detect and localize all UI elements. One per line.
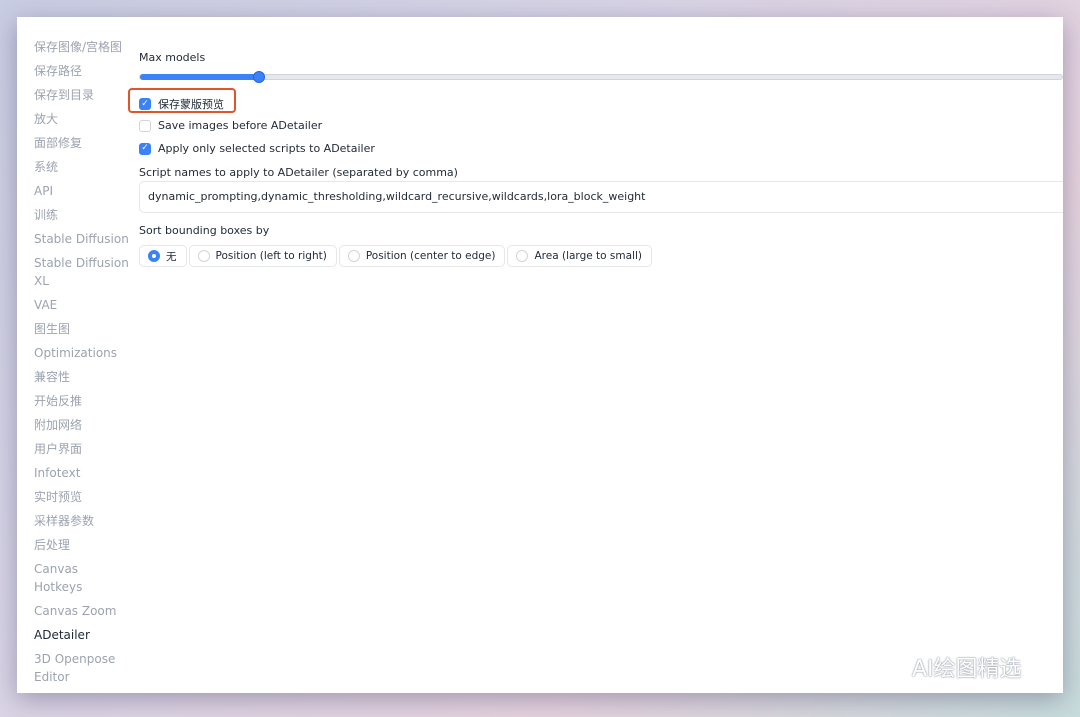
sort-bounding-boxes-radio-group: 无 Position (left to right) Position (cen… bbox=[139, 245, 652, 267]
sidebar-item-save-paths[interactable]: 保存路径 bbox=[17, 62, 129, 80]
max-models-slider[interactable] bbox=[139, 71, 1063, 83]
settings-window: 保存图像/宫格图 保存路径 保存到目录 放大 面部修复 系统 API 训练 St… bbox=[17, 17, 1063, 693]
sidebar-item-user-interface[interactable]: 用户界面 bbox=[17, 440, 129, 458]
sidebar-item-sampler-parameters[interactable]: 采样器参数 bbox=[17, 512, 129, 530]
sidebar-item-save-to-dirs[interactable]: 保存到目录 bbox=[17, 86, 129, 104]
sort-option-center-to-edge[interactable]: Position (center to edge) bbox=[338, 245, 506, 267]
apply-selected-scripts-row[interactable]: ✓ Apply only selected scripts to ADetail… bbox=[139, 142, 375, 155]
max-models-label: Max models bbox=[139, 51, 206, 64]
sort-option-none[interactable]: 无 bbox=[139, 245, 187, 267]
sidebar-item-optimizations[interactable]: Optimizations bbox=[17, 344, 129, 362]
sidebar-item-extra-networks[interactable]: 附加网络 bbox=[17, 416, 129, 434]
sidebar-item-training[interactable]: 训练 bbox=[17, 206, 129, 224]
wechat-icon bbox=[867, 653, 904, 681]
save-before-adetailer-label: Save images before ADetailer bbox=[158, 119, 323, 132]
apply-selected-scripts-label: Apply only selected scripts to ADetailer bbox=[158, 142, 375, 155]
radio-unselected-icon bbox=[347, 250, 360, 262]
sort-option-label: Area (large to small) bbox=[534, 250, 642, 262]
sidebar-item-canvas-zoom[interactable]: Canvas Zoom bbox=[17, 602, 129, 620]
sidebar-item-vae[interactable]: VAE bbox=[17, 296, 129, 314]
sidebar-item-adetailer[interactable]: ADetailer bbox=[17, 626, 129, 644]
max-models-slider-fill bbox=[140, 74, 259, 80]
sidebar-item-img2img[interactable]: 图生图 bbox=[17, 320, 129, 338]
sidebar-item-interrogate[interactable]: 开始反推 bbox=[17, 392, 129, 410]
sidebar-item-infotext[interactable]: Infotext bbox=[17, 464, 129, 482]
sidebar-item-stable-diffusion-xl[interactable]: Stable Diffusion XL bbox=[17, 254, 129, 290]
watermark: AI绘图精选 bbox=[866, 651, 1022, 683]
sidebar-item-system[interactable]: 系统 bbox=[17, 158, 129, 176]
radio-unselected-icon bbox=[197, 250, 210, 262]
script-names-label: Script names to apply to ADetailer (sepa… bbox=[139, 166, 458, 179]
sidebar-item-upscaling[interactable]: 放大 bbox=[17, 110, 129, 128]
save-before-adetailer-row[interactable]: Save images before ADetailer bbox=[139, 119, 322, 132]
sort-option-label: Position (left to right) bbox=[215, 250, 327, 262]
sidebar-item-3d-openpose-editor[interactable]: 3D Openpose Editor bbox=[17, 650, 129, 686]
adetailer-settings-panel: Max models ✓ 保存蒙版预览 Save images before A… bbox=[128, 17, 1063, 693]
sidebar-item-save-images-grid[interactable]: 保存图像/宫格图 bbox=[17, 38, 129, 56]
script-names-input[interactable]: dynamic_prompting,dynamic_thresholding,w… bbox=[139, 181, 1063, 213]
max-models-slider-thumb[interactable] bbox=[253, 71, 265, 83]
sidebar-item-compatibility[interactable]: 兼容性 bbox=[17, 368, 129, 386]
apply-selected-scripts-checkbox[interactable]: ✓ bbox=[139, 142, 151, 155]
watermark-text: AI绘图精选 bbox=[912, 657, 1022, 682]
sidebar-item-postprocessing[interactable]: 后处理 bbox=[17, 536, 129, 554]
sort-option-label: Position (center to edge) bbox=[365, 250, 496, 262]
settings-sidebar: 保存图像/宫格图 保存路径 保存到目录 放大 面部修复 系统 API 训练 St… bbox=[17, 17, 129, 693]
sort-option-left-to-right[interactable]: Position (left to right) bbox=[188, 245, 337, 267]
save-mask-preview-label: 保存蒙版预览 bbox=[158, 98, 224, 111]
sidebar-item-face-restoration[interactable]: 面部修复 bbox=[17, 134, 129, 152]
sort-option-area[interactable]: Area (large to small) bbox=[507, 245, 652, 267]
sidebar-item-stable-diffusion[interactable]: Stable Diffusion bbox=[17, 230, 129, 248]
radio-unselected-icon bbox=[516, 250, 529, 262]
sidebar-item-api[interactable]: API bbox=[17, 182, 129, 200]
sidebar-item-live-previews[interactable]: 实时预览 bbox=[17, 488, 129, 506]
radio-selected-icon bbox=[148, 250, 160, 262]
save-mask-preview-row[interactable]: ✓ 保存蒙版预览 bbox=[139, 96, 224, 112]
sort-bounding-boxes-label: Sort bounding boxes by bbox=[139, 224, 270, 237]
save-mask-preview-checkbox[interactable]: ✓ bbox=[139, 98, 151, 110]
sidebar-item-canvas-hotkeys[interactable]: Canvas Hotkeys bbox=[17, 560, 129, 596]
save-before-adetailer-checkbox[interactable] bbox=[139, 119, 151, 132]
sort-option-label: 无 bbox=[166, 250, 177, 263]
